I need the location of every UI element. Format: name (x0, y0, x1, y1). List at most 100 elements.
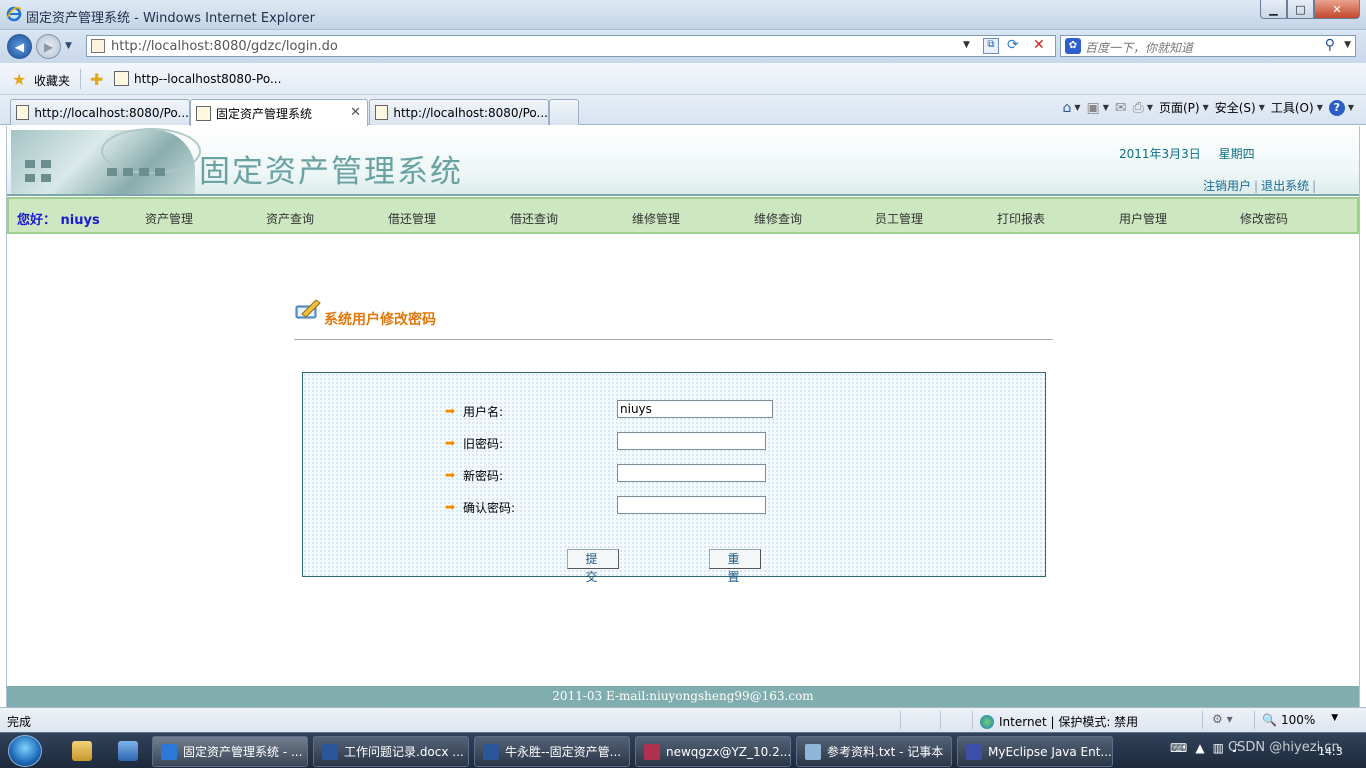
history-dropdown-icon[interactable]: ▼ (65, 41, 72, 51)
zoom-control[interactable]: 🔍 100% ▼ (1262, 713, 1338, 727)
search-box[interactable]: ✿ 百度一下，你就知道 ⚲ ▼ (1060, 35, 1356, 57)
tools-menu-label[interactable]: 工具(O) (1271, 99, 1314, 116)
confirm-password-row: ➡ 确认密码: (445, 497, 515, 517)
zoom-level: 100% (1280, 713, 1316, 727)
tab-label[interactable]: http://localhost:8080/Po... (393, 106, 548, 120)
menu-repair-management[interactable]: 维修管理 (632, 210, 680, 227)
tab-close-icon[interactable]: ✕ (350, 105, 361, 120)
stop-icon[interactable]: ✕ (1033, 37, 1045, 53)
taskbar-item-word-1[interactable]: 工作问题记录.docx ... (313, 736, 469, 767)
submit-button[interactable]: 提 交 (567, 549, 619, 584)
new-password-input[interactable] (617, 464, 766, 482)
menu-asset-query[interactable]: 资产查询 (266, 210, 314, 227)
menu-asset-management[interactable]: 资产管理 (145, 210, 193, 227)
help-menu[interactable]: ? ▼ (1328, 99, 1354, 116)
arrow-right-icon: ➡ (445, 468, 456, 482)
tab-localhost-2[interactable]: http://localhost:8080/Po... (369, 99, 549, 125)
page-footer: 2011-03 E-mail:niuyongsheng99@163.com (7, 686, 1359, 707)
main-menu: 您好： niuys 资产管理 资产查询 借还管理 借还查询 维修管理 维修查询 … (7, 197, 1359, 234)
tab-label[interactable]: http://localhost:8080/Po... (34, 106, 189, 120)
taskbar-label: MyEclipse Java Ent... (988, 744, 1112, 759)
old-password-input[interactable] (617, 432, 766, 450)
safety-menu-label[interactable]: 安全(S) (1215, 99, 1256, 116)
myeclipse-icon (966, 743, 982, 760)
address-bar[interactable]: http://localhost:8080/gdzc/login.do ▼ ⧉ … (86, 35, 1056, 57)
command-bar: ⌂ ▼ ▣ ▼ ✉ ⎙ ▼ 页面(P) ▼ 安全(S) ▼ 工具(O) ▼ ? ▼ (1062, 99, 1354, 116)
network-icon[interactable] (118, 741, 138, 761)
show-hidden-icons-icon[interactable]: ▲ (1195, 741, 1204, 755)
start-button[interactable] (8, 735, 42, 767)
address-dropdown-icon[interactable]: ▼ (963, 40, 970, 50)
exit-system-link[interactable]: 退出系统 (1261, 179, 1309, 193)
arrow-right-icon: ➡ (445, 436, 456, 450)
menu-loan-management[interactable]: 借还管理 (388, 210, 436, 227)
taskbar-item-ie[interactable]: 固定资产管理系统 - ... (152, 736, 308, 767)
page-menu[interactable]: 页面(P) ▼ (1159, 99, 1209, 116)
search-placeholder[interactable]: 百度一下，你就知道 (1085, 39, 1193, 56)
username-row: ➡ 用户名: (445, 401, 503, 421)
search-icon[interactable]: ⚲ (1325, 37, 1335, 53)
menu-print-report[interactable]: 打印报表 (997, 210, 1045, 227)
home-button[interactable]: ⌂ ▼ (1062, 100, 1080, 116)
zoom-icon: 🔍 (1262, 713, 1277, 727)
taskbar-label: 牛永胜--固定资产管... (505, 745, 622, 759)
menu-staff-management[interactable]: 员工管理 (875, 210, 923, 227)
back-button[interactable]: ◀ (7, 34, 32, 59)
mail-button[interactable]: ✉ (1115, 100, 1127, 116)
confirm-password-input[interactable] (617, 496, 766, 514)
network-status-icon[interactable]: ▥ (1213, 741, 1224, 755)
popup-blocker-icon[interactable]: ⚙ ▾ (1212, 712, 1233, 726)
tab-label[interactable]: 固定资产管理系统 (216, 105, 312, 122)
favorite-link[interactable]: http--localhost8080-Po... (114, 71, 281, 86)
add-favorite-icon[interactable]: ✚ (90, 70, 103, 89)
tools-menu[interactable]: 工具(O) ▼ (1271, 99, 1323, 116)
status-bar: 完成 Internet | 保护模式: 禁用 ⚙ ▾ 🔍 100% ▼ (0, 707, 1366, 732)
security-zone[interactable]: Internet | 保护模式: 禁用 (980, 713, 1138, 730)
feeds-button[interactable]: ▣ ▼ (1086, 100, 1108, 116)
home-icon: ⌂ (1062, 99, 1072, 116)
print-button[interactable]: ⎙ ▼ (1133, 100, 1153, 116)
forward-button[interactable]: ▶ (36, 34, 61, 59)
building-logo (11, 128, 201, 194)
baidu-icon: ✿ (1065, 38, 1081, 54)
minimize-button[interactable]: ▁ (1260, 0, 1287, 19)
favorites-button[interactable]: 收藏夹 (34, 72, 70, 89)
internet-explorer-icon (6, 6, 22, 22)
taskbar-item-db[interactable]: newqgzx@YZ_10.2.... (635, 736, 791, 767)
maximize-button[interactable]: □ (1287, 0, 1314, 19)
safety-menu[interactable]: 安全(S) ▼ (1215, 99, 1265, 116)
menu-change-password[interactable]: 修改密码 (1240, 210, 1288, 227)
window-title-bar: 固定资产管理系统 - Windows Internet Explorer ▁ □… (0, 0, 1366, 30)
tab-localhost-1[interactable]: http://localhost:8080/Po... (10, 99, 190, 125)
reset-button[interactable]: 重 置 (709, 549, 761, 584)
keyboard-icon[interactable]: ⌨ (1170, 741, 1187, 755)
page-icon (196, 105, 211, 121)
tab-asset-system[interactable]: 固定资产管理系统 ✕ (190, 99, 368, 126)
help-icon[interactable]: ? (1328, 99, 1345, 116)
username-input[interactable] (617, 400, 773, 418)
menu-user-management[interactable]: 用户管理 (1119, 210, 1167, 227)
arrow-right-icon: ➡ (445, 500, 456, 514)
arrow-right-icon: ➡ (445, 404, 456, 418)
refresh-icon[interactable]: ⟳ (1007, 37, 1019, 53)
search-options-icon[interactable]: ▼ (1344, 40, 1351, 50)
change-password-form: ➡ 用户名: ➡ 旧密码: ➡ 新密码: ➡ 确认密码: 提 交 重 置 (302, 372, 1046, 584)
url-text[interactable]: http://localhost:8080/gdzc/login.do (111, 39, 338, 54)
date-text: 2011年3月3日 (1119, 147, 1201, 161)
new-tab-button[interactable] (549, 99, 579, 125)
compatibility-view-icon[interactable]: ⧉ (983, 38, 999, 54)
confirm-password-label: 确认密码: (463, 500, 516, 515)
favorites-star-icon[interactable]: ★ (12, 70, 26, 89)
taskbar-item-notepad[interactable]: 参考资料.txt - 记事本 (796, 736, 952, 767)
favorite-link-label[interactable]: http--localhost8080-Po... (134, 72, 281, 86)
explorer-icon[interactable] (72, 741, 92, 761)
menu-repair-query[interactable]: 维修查询 (754, 210, 802, 227)
window-title: 固定资产管理系统 - Windows Internet Explorer (26, 11, 315, 26)
close-button[interactable]: ✕ (1314, 0, 1360, 19)
menu-loan-query[interactable]: 借还查询 (510, 210, 558, 227)
taskbar-item-myeclipse[interactable]: MyEclipse Java Ent... (957, 736, 1113, 767)
page-icon (375, 105, 389, 120)
logout-user-link[interactable]: 注销用户 (1203, 179, 1251, 193)
taskbar-item-word-2[interactable]: 牛永胜--固定资产管... (474, 736, 630, 767)
page-menu-label[interactable]: 页面(P) (1159, 99, 1200, 116)
